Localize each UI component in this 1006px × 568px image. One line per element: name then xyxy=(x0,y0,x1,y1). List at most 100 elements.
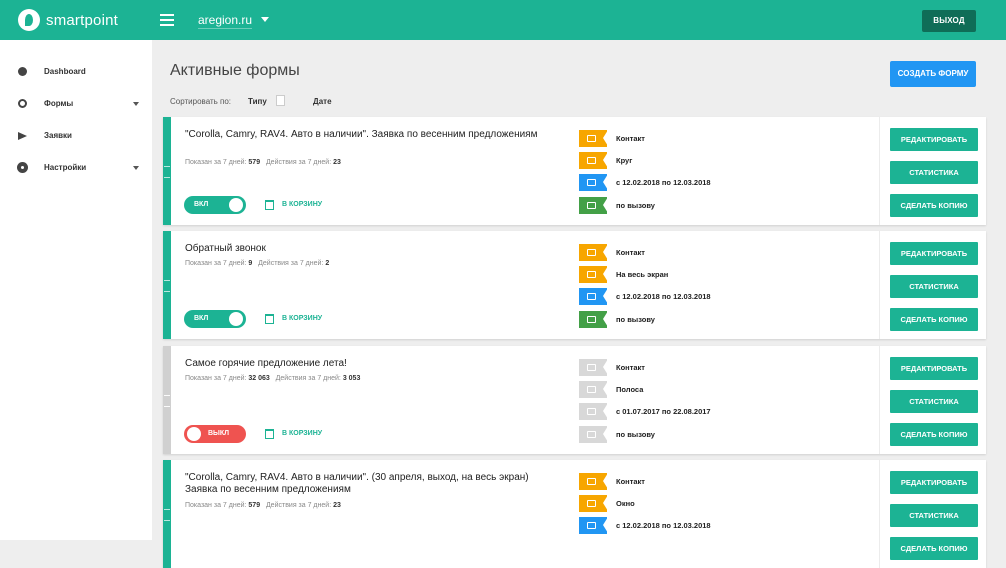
sort-direction-indicator[interactable] xyxy=(276,95,285,106)
actions-label: Действия за 7 дней: xyxy=(265,502,332,509)
toggle-label: ВКЛ xyxy=(194,201,209,208)
form-title[interactable]: Самое горячие предложение лета! xyxy=(185,358,545,370)
gear-icon xyxy=(18,163,27,172)
sidebar-item-label: Настройки xyxy=(44,163,87,172)
feature-label: Контакт xyxy=(616,477,645,486)
statistics-button[interactable]: СТАТИСТИКА xyxy=(890,390,978,413)
sort-by-date[interactable]: Дате xyxy=(313,97,332,106)
trash-label: В КОРЗИНУ xyxy=(282,315,323,322)
create-form-button[interactable]: СОЗДАТЬ ФОРМУ xyxy=(890,61,976,87)
chat-icon xyxy=(579,359,608,376)
feature-label: с 12.02.2018 по 12.03.2018 xyxy=(616,292,711,301)
card-actions: РЕДАКТИРОВАТЬ СТАТИСТИКА СДЕЛАТЬ КОПИЮ xyxy=(879,231,986,339)
site-selector[interactable]: aregion.ru xyxy=(198,13,252,27)
smartpoint-logo-icon xyxy=(18,9,40,31)
toggle-knob xyxy=(187,427,201,441)
page-title: Активные формы xyxy=(170,62,300,79)
sidebar: Dashboard Формы Заявки Настройки xyxy=(0,40,152,540)
sort-label: Сортировать по: xyxy=(170,97,232,106)
feature-label: по вызову xyxy=(616,430,655,439)
trash-icon xyxy=(265,429,274,439)
trash-label: В КОРЗИНУ xyxy=(282,201,323,208)
edit-button[interactable]: РЕДАКТИРОВАТЬ xyxy=(890,471,978,494)
edit-button[interactable]: РЕДАКТИРОВАТЬ xyxy=(890,357,978,380)
feature-label: Контакт xyxy=(616,248,645,257)
sidebar-item-label: Dashboard xyxy=(44,67,86,76)
cursor-icon xyxy=(579,197,608,214)
chevron-down-icon xyxy=(133,166,139,170)
calendar-icon xyxy=(579,517,608,534)
drag-handle[interactable] xyxy=(163,460,171,568)
statistics-button[interactable]: СТАТИСТИКА xyxy=(890,161,978,184)
calendar-icon xyxy=(579,288,608,305)
sidebar-item-settings[interactable]: Настройки xyxy=(0,157,152,181)
drag-handle[interactable] xyxy=(163,346,171,454)
active-toggle[interactable]: ВКЛ xyxy=(184,310,246,328)
window-icon xyxy=(579,495,608,512)
feature-label: Полоса xyxy=(616,385,644,394)
trash-label: В КОРЗИНУ xyxy=(282,430,323,437)
toggle-label: ВЫКЛ xyxy=(208,430,230,437)
fullscreen-icon xyxy=(579,266,608,283)
toggle-label: ВКЛ xyxy=(194,315,209,322)
chevron-down-icon[interactable] xyxy=(261,17,269,22)
form-title[interactable]: "Corolla, Camry, RAV4. Авто в наличии". … xyxy=(185,472,545,496)
sidebar-item-dashboard[interactable]: Dashboard xyxy=(0,61,152,85)
edit-button[interactable]: РЕДАКТИРОВАТЬ xyxy=(890,128,978,151)
hamburger-menu-icon[interactable] xyxy=(160,14,174,26)
active-toggle[interactable]: ВЫКЛ xyxy=(184,425,246,443)
feature-label: Контакт xyxy=(616,363,645,372)
actions-value: 23 xyxy=(333,159,341,166)
actions-label: Действия за 7 дней: xyxy=(275,375,341,382)
top-bar: smartpoint aregion.ru ВЫХОД xyxy=(0,0,1006,40)
cursor-icon xyxy=(579,311,608,328)
card-actions: РЕДАКТИРОВАТЬ СТАТИСТИКА СДЕЛАТЬ КОПИЮ xyxy=(879,460,986,568)
send-icon xyxy=(18,132,27,140)
chevron-down-icon xyxy=(133,102,139,106)
card-actions: РЕДАКТИРОВАТЬ СТАТИСТИКА СДЕЛАТЬ КОПИЮ xyxy=(879,117,986,225)
shown-value: 579 xyxy=(248,502,261,509)
edit-button[interactable]: РЕДАКТИРОВАТЬ xyxy=(890,242,978,265)
trash-icon xyxy=(265,314,274,324)
feature-label: Окно xyxy=(616,499,635,508)
statistics-button[interactable]: СТАТИСТИКА xyxy=(890,504,978,527)
feature-label: Круг xyxy=(616,156,633,165)
cursor-icon xyxy=(579,426,608,443)
logout-button[interactable]: ВЫХОД xyxy=(922,10,976,32)
shown-label: Показан за 7 дней: xyxy=(185,375,247,382)
calendar-icon xyxy=(579,403,608,420)
bar-icon xyxy=(579,381,608,398)
form-title[interactable]: Обратный звонок xyxy=(185,243,545,255)
drag-handle[interactable] xyxy=(163,231,171,339)
sidebar-item-requests[interactable]: Заявки xyxy=(0,125,152,149)
sidebar-item-label: Заявки xyxy=(44,131,72,140)
shown-label: Показан за 7 дней: xyxy=(185,502,247,509)
shown-value: 579 xyxy=(248,159,261,166)
card-actions: РЕДАКТИРОВАТЬ СТАТИСТИКА СДЕЛАТЬ КОПИЮ xyxy=(879,346,986,454)
shown-value: 9 xyxy=(248,260,253,267)
form-title[interactable]: "Corolla, Camry, RAV4. Авто в наличии". … xyxy=(185,129,545,141)
drag-handle[interactable] xyxy=(163,117,171,225)
toggle-knob xyxy=(229,198,243,212)
statistics-button[interactable]: СТАТИСТИКА xyxy=(890,275,978,298)
feature-label: Контакт xyxy=(616,134,645,143)
copy-button[interactable]: СДЕЛАТЬ КОПИЮ xyxy=(890,308,978,331)
shown-value: 32 063 xyxy=(248,375,270,382)
feature-label: по вызову xyxy=(616,201,655,210)
trash-icon xyxy=(265,200,274,210)
logo[interactable]: smartpoint xyxy=(18,9,118,31)
feature-label: с 12.02.2018 по 12.03.2018 xyxy=(616,521,711,530)
toggle-knob xyxy=(229,312,243,326)
actions-value: 23 xyxy=(333,502,341,509)
form-stats: Показан за 7 дней: 9 Действия за 7 дней:… xyxy=(185,260,329,267)
sidebar-item-forms[interactable]: Формы xyxy=(0,93,152,117)
copy-button[interactable]: СДЕЛАТЬ КОПИЮ xyxy=(890,537,978,560)
eye-icon xyxy=(18,99,27,108)
chat-icon xyxy=(579,473,608,490)
sort-by-type[interactable]: Типу xyxy=(248,97,267,106)
actions-value: 3 053 xyxy=(342,375,361,382)
copy-button[interactable]: СДЕЛАТЬ КОПИЮ xyxy=(890,423,978,446)
feature-label: по вызову xyxy=(616,315,655,324)
copy-button[interactable]: СДЕЛАТЬ КОПИЮ xyxy=(890,194,978,217)
active-toggle[interactable]: ВКЛ xyxy=(184,196,246,214)
